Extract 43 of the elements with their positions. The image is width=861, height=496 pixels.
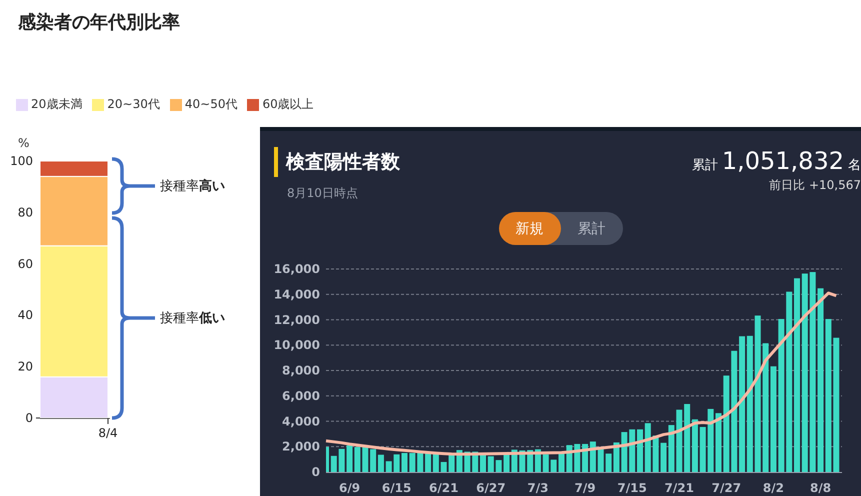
toggle-option[interactable]: 新規 xyxy=(498,212,560,245)
legend-label: 60歳以上 xyxy=(262,96,314,113)
axis-label: 14,000 xyxy=(274,287,320,302)
axis-label: 7/27 xyxy=(712,481,742,495)
total-unit: 名 xyxy=(848,157,861,174)
change-text: 前日比 +10,567 xyxy=(769,177,861,194)
axis-label: 100 xyxy=(10,154,33,168)
total-value: 1,051,832 xyxy=(722,147,844,175)
axis-label: 6/27 xyxy=(476,481,506,495)
annotation-label: 接種率高い xyxy=(160,178,225,195)
axis-label: 7/21 xyxy=(664,481,694,495)
axis-label: 7/9 xyxy=(574,481,596,495)
axis-label: 80 xyxy=(18,205,33,220)
legend-label: 20~30代 xyxy=(107,96,160,113)
axis-label: 7/15 xyxy=(617,481,647,495)
axis-label: 6/15 xyxy=(382,481,412,495)
axis-label: 60 xyxy=(18,256,33,271)
axis-label: 8/8 xyxy=(810,481,832,495)
chart-title: 感染者の年代別比率 xyxy=(18,11,181,34)
legend-label: 20歳未満 xyxy=(31,96,82,113)
toggle-option[interactable]: 累計 xyxy=(560,212,622,245)
axis-label: 16,000 xyxy=(274,262,320,276)
axis-label: 40 xyxy=(18,308,33,322)
axis-label: 8/2 xyxy=(762,481,784,495)
annotation-label: 接種率低い xyxy=(160,310,225,327)
axis-unit: % xyxy=(18,136,30,150)
axis-label: 12,000 xyxy=(274,312,320,327)
axis-label: 6/21 xyxy=(429,481,458,495)
axis-label: 20 xyxy=(18,360,33,374)
axis-label: 7/3 xyxy=(527,481,548,495)
axis-label: 2,000 xyxy=(282,440,320,454)
axis-label: 8,000 xyxy=(282,364,320,378)
total-label: 累計 xyxy=(692,157,718,174)
axis-label: 6/9 xyxy=(339,481,360,495)
axis-label: 0 xyxy=(25,411,33,425)
axis-label: 4,000 xyxy=(282,414,320,428)
timestamp: 8月10日時点 xyxy=(287,185,359,202)
axis-label: 10,000 xyxy=(274,338,320,352)
panel-title: 検査陽性者数 xyxy=(274,147,400,177)
legend-label: 40~50代 xyxy=(184,96,238,113)
axis-label: 0 xyxy=(312,465,320,479)
axis-label: 6,000 xyxy=(282,388,320,403)
axis-label: 8/4 xyxy=(98,426,118,440)
